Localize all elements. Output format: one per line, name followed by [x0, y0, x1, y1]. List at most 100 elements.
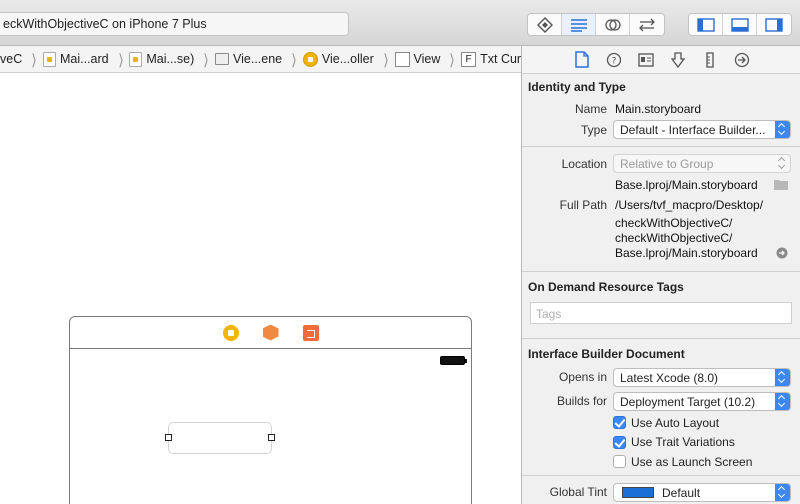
lines-icon	[570, 18, 587, 32]
version-editor-button[interactable]	[596, 14, 630, 35]
use-trait-variations-checkbox[interactable]	[613, 435, 626, 449]
full-path-line: checkWithObjectiveC/	[615, 215, 733, 230]
swap-arrows-icon	[639, 18, 655, 31]
jumpbar-item-scene[interactable]: Vie...ene	[215, 52, 285, 66]
jumpbar-item-view-controller[interactable]: Vie...oller	[302, 51, 377, 67]
jumpbar-item-view[interactable]: View	[394, 51, 444, 67]
builds-for-label: Builds for	[556, 394, 607, 408]
chevron-right-icon: ❭	[448, 50, 456, 67]
compare-arrows-button[interactable]	[630, 14, 664, 35]
storyboard-file-icon	[42, 51, 56, 67]
builds-for-value: Deployment Target (10.2)	[620, 394, 756, 409]
resize-handle-right[interactable]	[268, 434, 275, 441]
tab-connections-inspector[interactable]	[732, 50, 752, 70]
jumpbar-item-text-field[interactable]: F Txt Current	[461, 51, 521, 67]
divider	[522, 338, 800, 339]
use-as-launch-screen-label[interactable]: Use as Launch Screen	[631, 455, 752, 469]
opens-in-popup[interactable]: Latest Xcode (8.0)	[613, 367, 791, 387]
jumpbar-label: View	[413, 52, 441, 66]
use-as-launch-screen-checkbox[interactable]	[613, 455, 626, 468]
use-trait-variations-label[interactable]: Use Trait Variations	[631, 435, 735, 449]
full-path-row: checkWithObjectiveC/	[522, 230, 800, 245]
jumpbar-item-project[interactable]: veC	[0, 52, 25, 66]
inspector-tabs: ?	[522, 46, 800, 74]
opens-in-row: Opens in Latest Xcode (8.0)	[522, 365, 800, 389]
tab-quick-help[interactable]: ?	[604, 50, 624, 70]
builds-for-popup[interactable]: Deployment Target (10.2)	[613, 391, 791, 411]
tab-attributes-inspector[interactable]	[668, 50, 688, 70]
scheme-status-display[interactable]: eckWithObjectiveC on iPhone 7 Plus	[0, 12, 349, 36]
divider	[522, 475, 800, 476]
tab-file-inspector[interactable]	[572, 50, 592, 70]
id-card-icon	[638, 52, 654, 67]
editor-mode-group	[527, 13, 665, 36]
scene-icon	[215, 53, 230, 65]
tab-identity-inspector[interactable]	[636, 50, 656, 70]
storyboard-file-icon	[129, 51, 143, 67]
svg-text:?: ?	[612, 56, 617, 66]
identity-section-title: Identity and Type	[528, 80, 626, 94]
chevron-right-icon: ❭	[30, 50, 38, 67]
jumpbar-label: Mai...ard	[59, 52, 109, 66]
use-auto-layout-checkbox[interactable]	[613, 416, 626, 429]
tab-size-inspector[interactable]	[700, 50, 720, 70]
view-controller-icon[interactable]	[222, 324, 239, 341]
text-field[interactable]	[168, 422, 272, 454]
assistant-editor-button[interactable]	[562, 14, 596, 35]
battery-icon	[440, 356, 467, 365]
jump-bar: veC ❭ Mai...ard ❭ Mai...se) ❭ Vie...ene …	[0, 46, 521, 73]
full-path-line: Base.lproj/Main.storyboard	[615, 246, 758, 260]
global-tint-popup[interactable]: Default	[613, 482, 791, 502]
tint-color-swatch	[622, 486, 654, 498]
chevron-right-icon: ❭	[290, 50, 298, 67]
document-icon	[575, 51, 589, 68]
name-label: Name	[574, 101, 607, 116]
location-path-row: Base.lproj/Main.storyboard	[522, 174, 800, 195]
chevron-down-icon	[775, 368, 790, 386]
scene-frame[interactable]	[69, 316, 472, 504]
folder-icon[interactable]	[774, 179, 788, 190]
tags-input[interactable]: Tags	[530, 302, 792, 324]
file-inspector: ? Identity and Type Name Main.storyboard…	[521, 46, 800, 504]
help-circle-icon: ?	[606, 52, 622, 67]
jumpbar-label: Vie...oller	[321, 52, 374, 66]
navigator-toggle-button[interactable]	[689, 14, 723, 35]
chevron-updown-icon	[775, 121, 790, 138]
name-value[interactable]: Main.storyboard	[615, 102, 701, 116]
exit-icon[interactable]	[302, 324, 319, 341]
view-controller-icon	[302, 51, 318, 67]
arrow-circle-icon	[734, 52, 750, 67]
full-path-row: Base.lproj/Main.storyboard	[522, 245, 800, 261]
location-popup[interactable]: Relative to Group	[613, 154, 791, 173]
reveal-arrow-icon[interactable]	[776, 247, 788, 259]
full-path-row: Full Path /Users/tvf_macpro/Desktop/	[522, 195, 800, 215]
shield-down-icon	[671, 51, 685, 68]
global-tint-row: Global Tint Default	[522, 480, 800, 504]
global-tint-value: Default	[662, 485, 701, 500]
use-auto-layout-row: Use Auto Layout	[522, 413, 800, 432]
jumpbar-item-storyboard[interactable]: Mai...ard	[42, 51, 112, 67]
opens-in-value: Latest Xcode (8.0)	[620, 370, 719, 385]
use-trait-variations-row: Use Trait Variations	[522, 432, 800, 452]
utilities-toggle-button[interactable]	[757, 14, 791, 35]
jumpbar-label: Txt Current	[480, 52, 521, 66]
location-popup-value: Relative to Group	[620, 157, 714, 171]
right-panel-icon	[765, 17, 783, 32]
standard-editor-button[interactable]	[528, 14, 562, 35]
jumpbar-item-storyboard-base[interactable]: Mai...se)	[129, 51, 197, 67]
divider	[522, 146, 800, 147]
location-label: Location	[561, 156, 607, 171]
resize-handle-left[interactable]	[165, 434, 172, 441]
first-responder-icon[interactable]	[262, 324, 279, 341]
chevron-down-icon	[775, 392, 790, 410]
venn-circles-icon	[604, 18, 621, 31]
jumpbar-label: veC	[0, 52, 23, 66]
type-popup[interactable]: Default - Interface Builder...	[613, 120, 791, 139]
storyboard-canvas[interactable]	[0, 74, 521, 504]
view-toggle-group	[688, 13, 792, 36]
location-path: Base.lproj/Main.storyboard	[615, 177, 758, 192]
debug-area-toggle-button[interactable]	[723, 14, 757, 35]
diamond-icon	[536, 16, 553, 33]
left-panel-icon	[696, 17, 715, 32]
use-auto-layout-label[interactable]: Use Auto Layout	[631, 416, 719, 430]
